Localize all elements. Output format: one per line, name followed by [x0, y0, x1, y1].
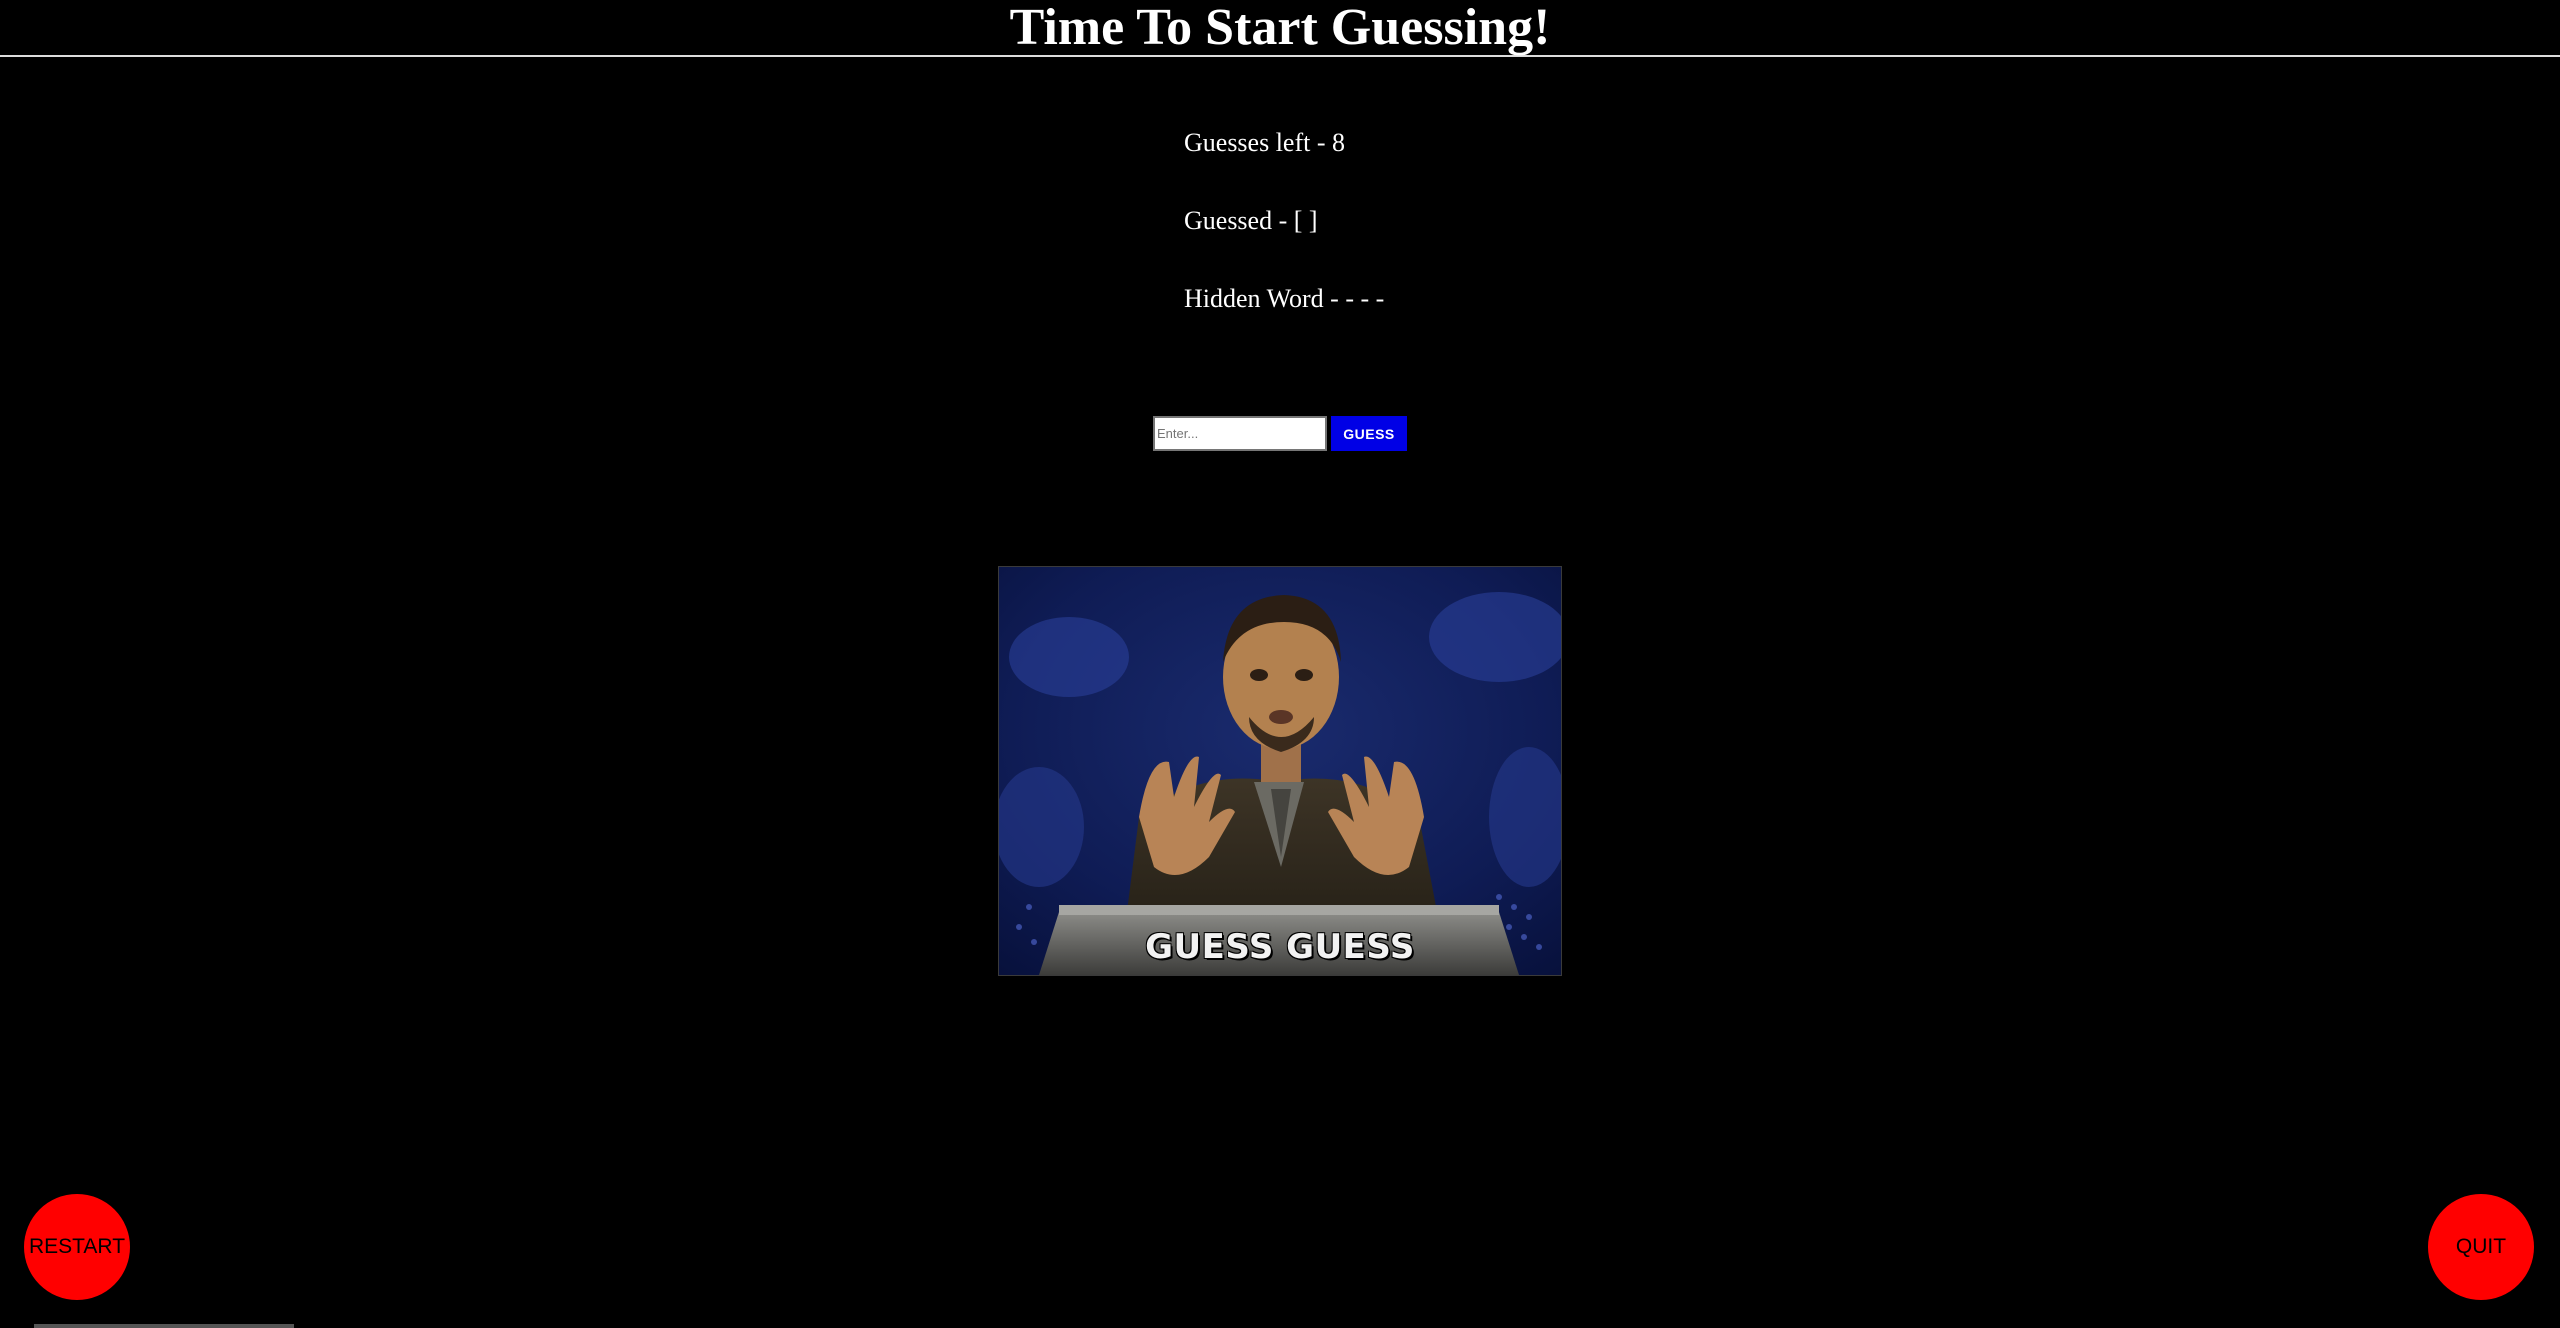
- game-stats: Guesses left - 8 Guessed - [ ] Hidden Wo…: [1184, 126, 1384, 360]
- quit-button[interactable]: QUIT: [2428, 1194, 2534, 1300]
- guessed-letters-text: Guessed - [ ]: [1184, 206, 1318, 235]
- hidden-word-text: Hidden Word - - - -: [1184, 284, 1385, 313]
- guesses-left-text: Guesses left - 8: [1184, 128, 1346, 157]
- page-header: Time To Start Guessing!: [0, 0, 2560, 57]
- restart-button[interactable]: RESTART: [24, 1194, 130, 1300]
- guess-form: GUESS: [1153, 416, 1407, 451]
- guess-gif-image: GUESS GUESS: [998, 566, 1562, 976]
- guess-input[interactable]: [1153, 416, 1327, 451]
- horizontal-scrollbar[interactable]: [34, 1324, 294, 1328]
- gif-caption: GUESS GUESS: [1145, 927, 1415, 967]
- page-title: Time To Start Guessing!: [1009, 0, 1551, 56]
- guess-button[interactable]: GUESS: [1331, 416, 1407, 451]
- gif-illustration: [999, 567, 1561, 975]
